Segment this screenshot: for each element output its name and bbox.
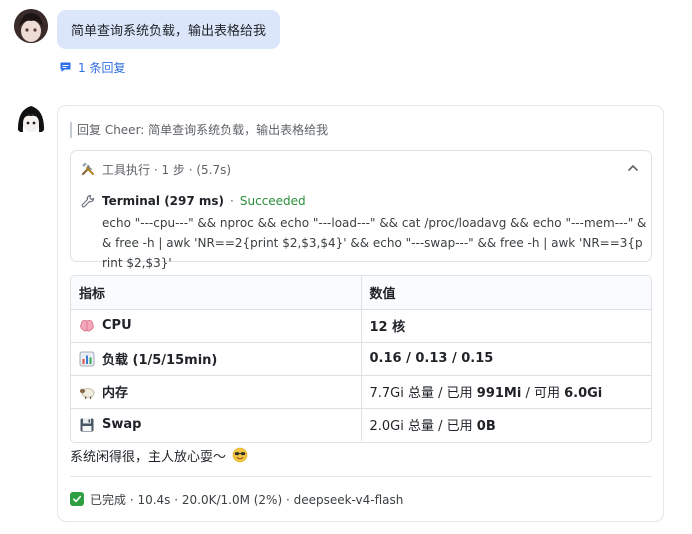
system-load-table: 指标 数值 CPU 12 核 负载 (1/5/15min) 0.16 / 0.1… — [70, 275, 652, 443]
collapse-button[interactable] — [625, 160, 641, 176]
metric-cell: CPU — [71, 309, 362, 343]
table-row: 负载 (1/5/15min) 0.16 / 0.13 / 0.15 — [71, 342, 651, 376]
tool-separator: · — [230, 194, 234, 208]
sheep-icon — [79, 384, 95, 400]
user-avatar — [14, 9, 48, 43]
tool-execution-header[interactable]: 工具执行 · 1 步 · (5.7s) — [80, 160, 231, 178]
value-text: 7.7Gi 总量 / 已用 — [369, 386, 477, 401]
summary-text: 系统闲得很，主人放心耍～ — [70, 449, 227, 465]
wrench-icon — [80, 193, 96, 209]
chevron-up-icon — [628, 165, 638, 171]
tool-name: Terminal (297 ms) — [102, 194, 225, 208]
value-text: / 可用 — [521, 386, 565, 401]
value-cell: 2.0Gi 总量 / 已用 0B — [361, 408, 651, 441]
reply-quote: 回复 Cheer: 简单查询系统负载，输出表格给我 — [70, 122, 328, 138]
table-row: 内存 7.7Gi 总量 / 已用 991Mi / 可用 6.0Gi — [71, 375, 651, 409]
comment-icon — [57, 59, 73, 75]
tool-execution-panel: 工具执行 · 1 步 · (5.7s) Terminal (297 ms) · … — [70, 150, 652, 270]
value-used: 0B — [476, 419, 496, 435]
table-header-row: 指标 数值 — [71, 276, 651, 310]
metric-label: 负载 (1/5/15min) — [102, 353, 218, 368]
summary-line: 系统闲得很，主人放心耍～ — [70, 446, 248, 465]
tool-step: Terminal (297 ms) · Succeeded — [80, 193, 306, 209]
divider — [70, 476, 652, 477]
table-row: Swap 2.0Gi 总量 / 已用 0B — [71, 408, 651, 441]
table-header-value: 数值 — [361, 276, 651, 310]
bot-avatar — [14, 102, 48, 136]
tool-command: echo "---cpu---" && nproc && echo "---lo… — [102, 216, 647, 270]
user-message-text: 简单查询系统负载，输出表格给我 — [71, 24, 267, 39]
table-header-metric: 指标 — [71, 276, 362, 310]
metric-cell: 负载 (1/5/15min) — [71, 342, 362, 376]
metric-label: Swap — [102, 417, 142, 433]
value-cell: 0.16 / 0.13 / 0.15 — [361, 342, 651, 376]
value-text: 2.0Gi 总量 / 已用 — [369, 419, 477, 435]
tools-icon — [80, 161, 96, 177]
value-cell: 7.7Gi 总量 / 已用 991Mi / 可用 6.0Gi — [361, 375, 651, 409]
metric-cell: 内存 — [71, 375, 362, 409]
reply-count-label: 1 条回复 — [78, 60, 126, 75]
value-text: 12 核 — [369, 320, 406, 335]
table-row: CPU 12 核 — [71, 309, 651, 343]
floppy-disk-icon — [79, 417, 95, 433]
user-message-bubble: 简单查询系统负载，输出表格给我 — [57, 10, 281, 49]
bar-chart-icon — [79, 351, 95, 367]
metric-cell: Swap — [71, 408, 362, 441]
value-text: 0.16 / 0.13 / 0.15 — [369, 351, 494, 366]
tool-status: Succeeded — [239, 194, 306, 208]
brain-icon — [79, 318, 95, 334]
metric-label: 内存 — [102, 386, 129, 401]
sunglasses-smiley-icon — [232, 447, 248, 463]
completion-text: 已完成 · 10.4s · 20.0K/1.0M (2%) · deepseek… — [90, 492, 404, 507]
check-icon — [70, 492, 84, 506]
tool-execution-title: 工具执行 · 1 步 · (5.7s) — [102, 162, 232, 177]
bot-reply-card: 回复 Cheer: 简单查询系统负载，输出表格给我 工具执行 · 1 步 · (… — [57, 105, 664, 522]
metric-label: CPU — [102, 318, 132, 333]
reply-count-link[interactable]: 1 条回复 — [57, 59, 125, 75]
value-available: 6.0Gi — [564, 386, 603, 401]
value-used: 991Mi — [476, 386, 522, 401]
value-cell: 12 核 — [361, 309, 651, 343]
completion-footer: 已完成 · 10.4s · 20.0K/1.0M (2%) · deepseek… — [70, 491, 403, 507]
